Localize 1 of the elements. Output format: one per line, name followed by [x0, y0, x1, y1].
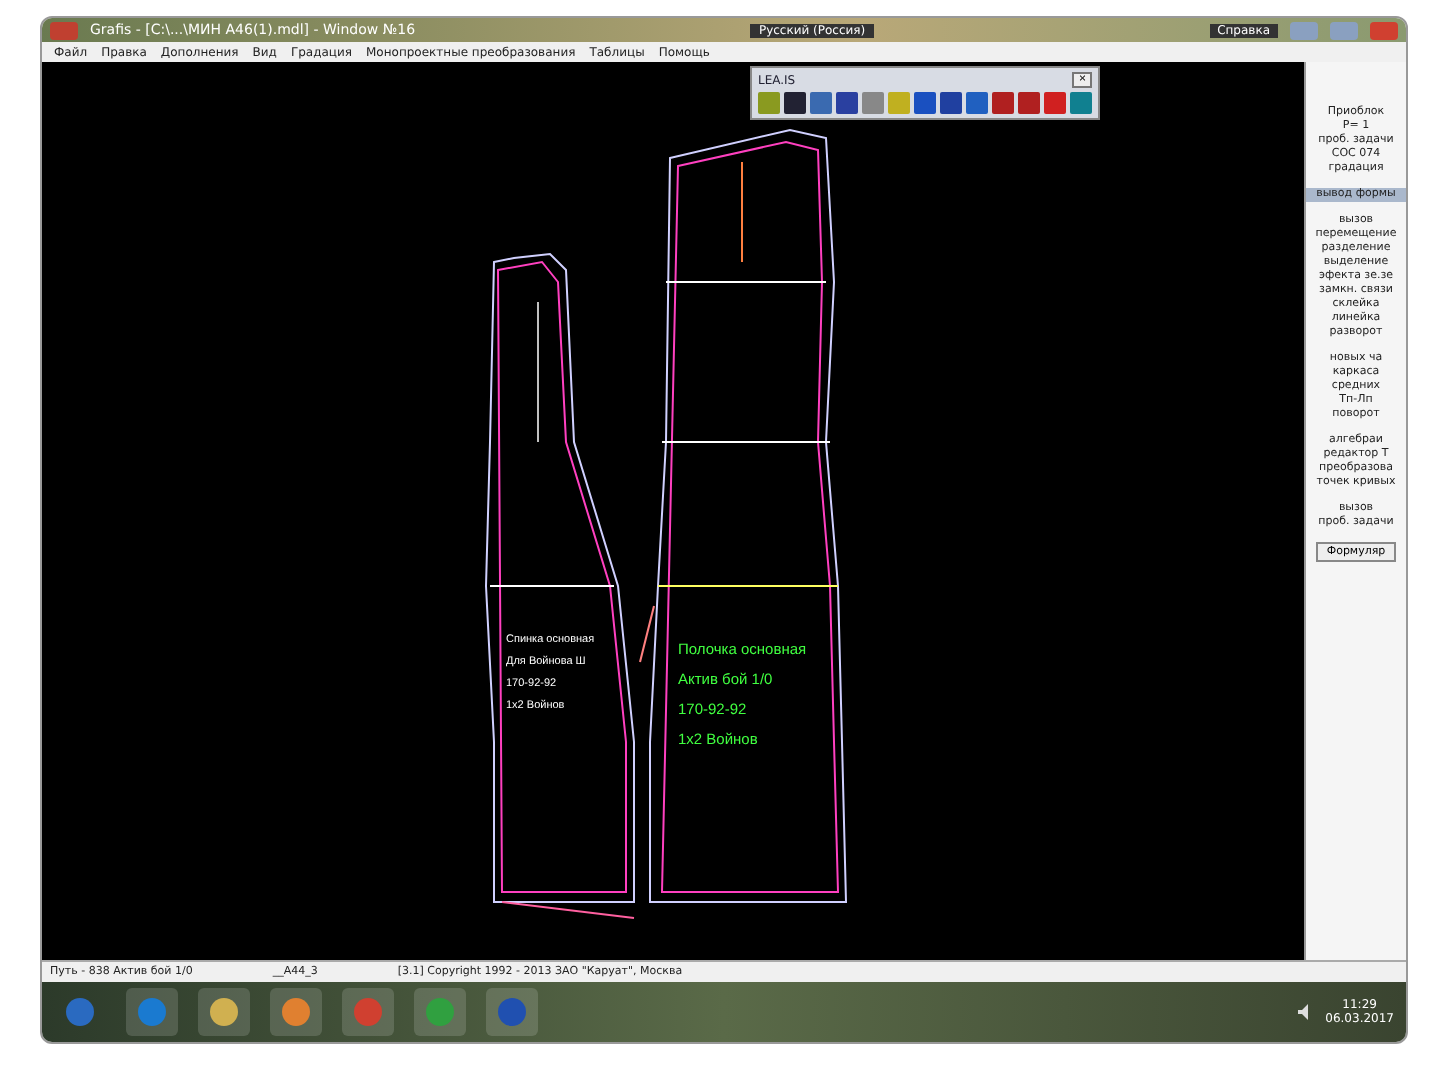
speaker-icon[interactable]: [1297, 1004, 1314, 1020]
